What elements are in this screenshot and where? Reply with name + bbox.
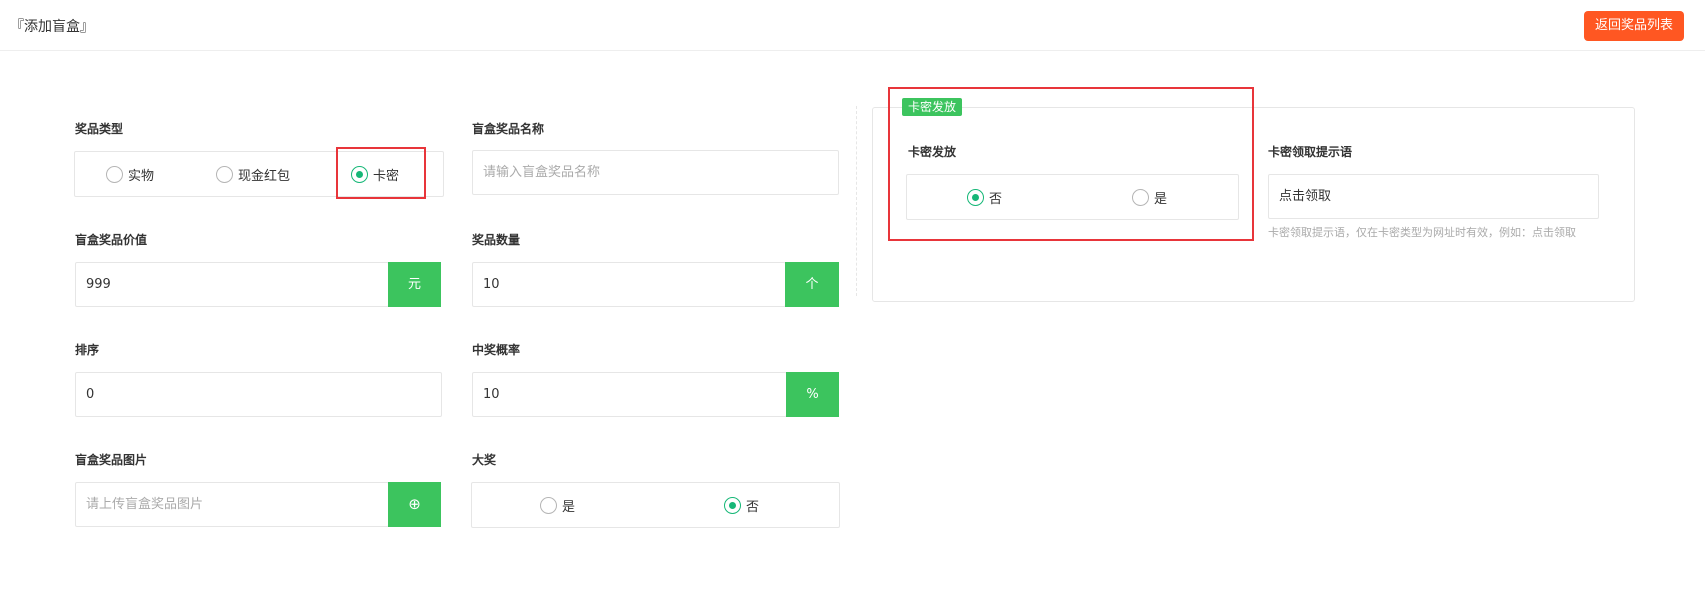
radio-label: 实物	[128, 169, 155, 184]
prize-name-label: 盲盒奖品名称	[472, 122, 545, 136]
plus-circle-icon: ⊕	[408, 495, 421, 513]
image-label: 盲盒奖品图片	[75, 453, 148, 467]
prize-value-input[interactable]: 999	[75, 262, 389, 307]
grand-prize-radio-yes[interactable]: 是	[540, 496, 575, 515]
radio-circle	[540, 497, 557, 514]
quantity-unit-addon: 个	[785, 262, 839, 307]
sort-label: 排序	[75, 343, 100, 357]
radio-circle-selected	[724, 497, 741, 514]
grand-prize-radio-no[interactable]: 否	[724, 496, 759, 515]
radio-label: 否	[746, 500, 760, 515]
card-prompt-hint: 卡密领取提示语，仅在卡密类型为网址时有效，例如：点击领取	[1268, 226, 1576, 239]
column-divider	[856, 106, 857, 296]
prize-type-radio-cash-redpacket[interactable]: 现金红包	[216, 165, 290, 184]
highlight-box-prize-type	[336, 147, 426, 199]
return-to-prize-list-button[interactable]: 返回奖品列表	[1584, 11, 1684, 41]
card-prompt-label: 卡密领取提示语	[1268, 145, 1353, 159]
upload-button[interactable]: ⊕	[388, 482, 441, 527]
prize-value-label: 盲盒奖品价值	[75, 233, 148, 247]
image-upload-input[interactable]: 请上传盲盒奖品图片	[75, 482, 389, 527]
radio-circle	[106, 166, 123, 183]
radio-label: 是	[562, 500, 576, 515]
probability-label: 中奖概率	[472, 343, 521, 357]
radio-label: 现金红包	[238, 169, 291, 184]
probability-unit-addon: %	[786, 372, 839, 417]
page-header: 『添加盲盒』 返回奖品列表	[0, 0, 1705, 51]
page-title: 『添加盲盒』	[10, 19, 94, 35]
probability-input[interactable]: 10	[472, 372, 787, 417]
prize-value-unit-addon: 元	[388, 262, 441, 307]
prize-name-input[interactable]: 请输入盲盒奖品名称	[472, 150, 839, 195]
quantity-label: 奖品数量	[472, 233, 521, 247]
sort-input[interactable]: 0	[75, 372, 442, 417]
highlight-box-card-issue	[888, 87, 1254, 241]
grand-prize-radio-group	[471, 482, 840, 528]
prize-type-radio-physical[interactable]: 实物	[106, 165, 154, 184]
quantity-input[interactable]: 10	[472, 262, 786, 307]
grand-prize-label: 大奖	[472, 453, 497, 467]
radio-circle	[216, 166, 233, 183]
prize-type-label: 奖品类型	[75, 122, 124, 136]
card-prompt-input[interactable]: 点击领取	[1268, 174, 1599, 219]
